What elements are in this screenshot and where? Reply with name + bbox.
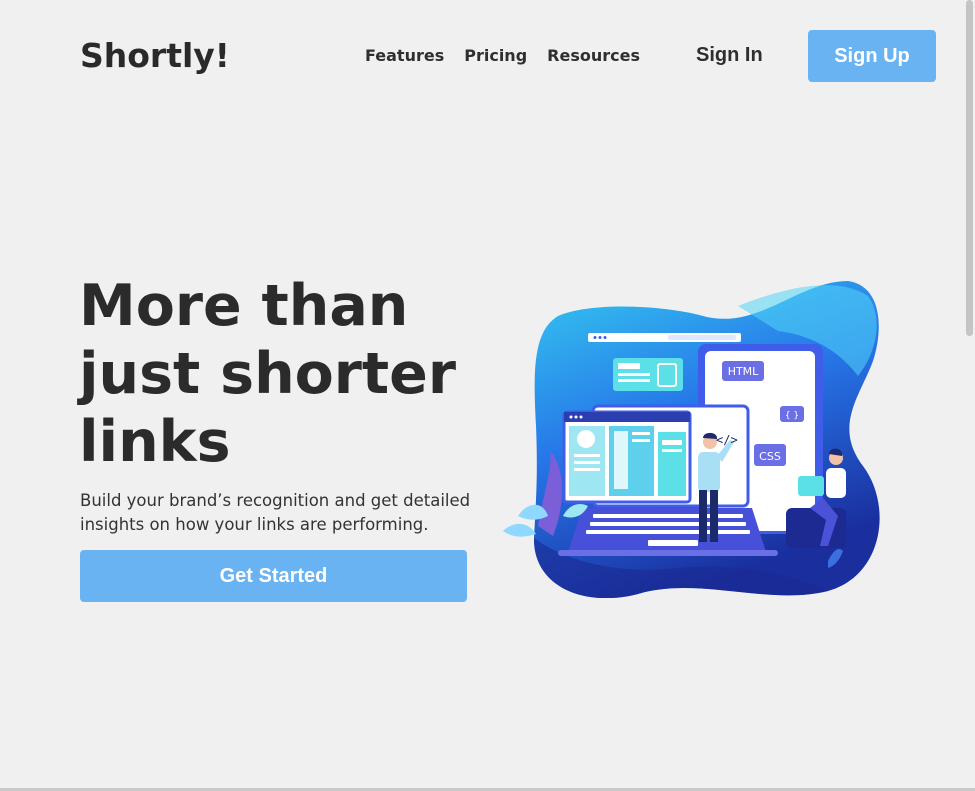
nav-pricing[interactable]: Pricing <box>464 46 527 65</box>
logo[interactable]: Shortly! <box>80 36 230 75</box>
nav-resources[interactable]: Resources <box>547 46 640 65</box>
html-label: HTML <box>728 365 759 378</box>
hero-subtext: Build your brand’s recognition and get d… <box>80 491 471 534</box>
headline-line-2: just shorter <box>79 341 456 407</box>
scrollbar-thumb[interactable] <box>966 0 973 336</box>
nav-features[interactable]: Features <box>365 46 444 65</box>
hero-headline: More than just shorter links <box>79 272 499 476</box>
sign-up-button[interactable]: Sign Up <box>808 30 936 82</box>
vertical-scrollbar[interactable] <box>965 0 975 791</box>
headline-line-3: links <box>79 409 231 475</box>
css-label: CSS <box>759 450 781 463</box>
main-nav: Features Pricing Resources <box>365 46 640 65</box>
braces-label: { } <box>785 411 799 421</box>
working-illustration: HTML { } CSS </> <box>503 281 880 598</box>
landing-page: Shortly! Features Pricing Resources Sign… <box>0 0 975 791</box>
get-started-button[interactable]: Get Started <box>80 550 467 602</box>
svg-text:</>: </> <box>716 433 738 447</box>
headline-line-1: More than <box>79 273 409 339</box>
sign-in-link[interactable]: Sign In <box>696 44 763 67</box>
